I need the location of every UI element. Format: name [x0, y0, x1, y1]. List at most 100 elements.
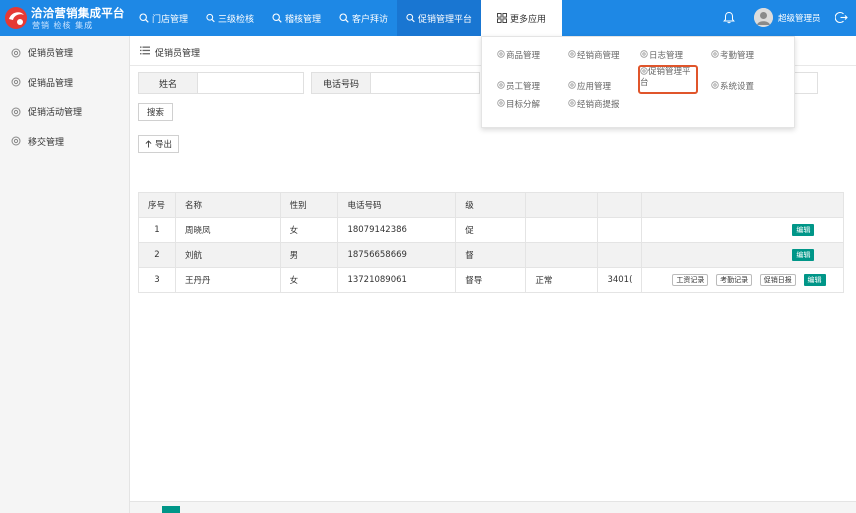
gear-icon	[497, 81, 505, 89]
more-menu-item-dealer-report[interactable]: 经销商提报	[568, 98, 620, 110]
cell-index: 1	[138, 217, 176, 243]
app-logo[interactable]: 洽洽营销集成平台 营销 检核 集成	[0, 0, 130, 36]
nav-item-three-level-check[interactable]: 三级检核	[197, 0, 263, 36]
nav-item-audit-management[interactable]: 稽核管理	[263, 0, 330, 36]
gear-icon	[568, 50, 576, 58]
more-menu-item-label: 考勤管理	[720, 51, 755, 61]
gear-icon	[640, 67, 648, 75]
edit-button[interactable]: 编辑	[803, 274, 826, 286]
sidebar-item-label: 促销员管理	[28, 49, 74, 60]
edit-button[interactable]: 编辑	[792, 224, 815, 236]
export-button[interactable]: 导出	[138, 135, 179, 153]
cell-gender: 女	[279, 267, 339, 293]
cell-phone: 18079142386	[337, 217, 457, 243]
logout-icon[interactable]	[835, 11, 848, 24]
more-menu-item-target[interactable]: 目标分解	[497, 98, 540, 110]
name-filter-input[interactable]	[197, 72, 304, 94]
more-menu-item-staff[interactable]: 员工管理	[497, 80, 540, 92]
main-nav: 门店管理 三级检核 稽核管理 客户拜访 促销管理平台 更多应用	[130, 0, 562, 36]
cell-name: 王丹丹	[174, 267, 281, 293]
cell-level: 促	[455, 217, 527, 243]
gear-icon	[711, 50, 719, 58]
nav-item-label: 促销管理平台	[417, 14, 472, 25]
salary-record-button[interactable]: 工资记录	[672, 274, 709, 286]
table-header-row: 序号 名称 性别 电话号码 级	[138, 192, 844, 218]
more-apps-dropdown: 商品管理 经销商管理 日志管理 考勤管理 员工管理 应用管理 促销管理平台 系统…	[481, 36, 795, 128]
top-navigation-bar: 洽洽营销集成平台 营销 检核 集成 门店管理 三级检核 稽核管理 客户拜访 促销…	[0, 0, 856, 36]
nav-item-label: 门店管理	[151, 14, 188, 25]
more-menu-item-promotion-platform[interactable]: 促销管理平台	[640, 67, 696, 89]
sidebar-item-promo-activity-management[interactable]: 促销活动管理	[0, 97, 129, 127]
cell-phone: 18756658669	[337, 242, 457, 268]
cell-code: 3401(	[597, 267, 643, 293]
more-menu-item-log[interactable]: 日志管理	[640, 49, 683, 61]
sidebar-item-handover-management[interactable]: 移交管理	[0, 127, 129, 157]
search-icon	[339, 13, 349, 23]
gear-icon	[640, 50, 648, 58]
nav-item-promotion-platform[interactable]: 促销管理平台	[397, 0, 481, 36]
more-menu-item-attendance[interactable]: 考勤管理	[711, 49, 754, 61]
more-menu-item-label: 员工管理	[506, 82, 541, 92]
cell-actions: 编辑	[641, 242, 844, 268]
nav-item-more-apps[interactable]: 更多应用	[481, 0, 562, 36]
column-header-code	[597, 192, 643, 218]
column-header-index: 序号	[138, 192, 176, 218]
gear-icon	[11, 48, 21, 58]
pagination-current-page[interactable]	[162, 506, 180, 513]
nav-item-customer-visit[interactable]: 客户拜访	[330, 0, 397, 36]
gear-icon	[568, 99, 576, 107]
cell-gender: 男	[279, 242, 339, 268]
cell-phone: 13721089061	[337, 267, 457, 293]
arrow-up-icon	[145, 140, 152, 148]
cell-actions: 工资记录 考勤记录 促销日报 编辑	[641, 267, 844, 293]
more-menu-item-system-settings[interactable]: 系统设置	[711, 80, 754, 92]
breadcrumb-current: 促销员管理	[155, 49, 201, 59]
nav-item-store-management[interactable]: 门店管理	[130, 0, 197, 36]
nav-item-label: 稽核管理	[284, 14, 321, 25]
gear-icon	[568, 81, 576, 89]
grid-icon	[497, 13, 507, 23]
more-menu-item-app[interactable]: 应用管理	[568, 80, 611, 92]
more-menu-item-dealer[interactable]: 经销商管理	[568, 49, 620, 61]
gear-icon	[497, 50, 505, 58]
user-avatar-icon	[754, 8, 773, 27]
cell-name: 刘航	[174, 242, 281, 268]
cell-status: 正常	[525, 267, 599, 293]
more-menu-item-label: 应用管理	[577, 82, 612, 92]
cell-level: 督	[455, 242, 527, 268]
search-icon	[206, 13, 215, 23]
sidebar-item-promoter-management[interactable]: 促销员管理	[0, 38, 129, 68]
logo-icon	[5, 7, 27, 29]
table-row[interactable]: 2 刘航 男 18756658669 督 编辑	[138, 242, 844, 268]
more-menu-item-goods[interactable]: 商品管理	[497, 49, 540, 61]
avatar[interactable]	[754, 8, 773, 27]
cell-actions: 编辑	[641, 217, 844, 243]
gear-icon	[11, 77, 21, 87]
nav-item-label: 更多应用	[509, 14, 546, 25]
cell-status	[525, 242, 599, 268]
search-button[interactable]: 搜索	[138, 103, 173, 121]
user-name[interactable]: 超级管理员	[778, 12, 821, 24]
attendance-record-button[interactable]: 考勤记录	[716, 274, 753, 286]
column-header-phone: 电话号码	[337, 192, 457, 218]
table-row[interactable]: 1 周晓凤 女 18079142386 促 编辑	[138, 217, 844, 243]
column-header-actions	[641, 192, 844, 218]
column-header-level: 级	[455, 192, 527, 218]
gear-icon	[711, 81, 719, 89]
phone-filter-input[interactable]	[370, 72, 480, 94]
sidebar-item-label: 移交管理	[28, 137, 65, 148]
edit-button[interactable]: 编辑	[792, 249, 815, 261]
cell-level: 督导	[455, 267, 527, 293]
more-menu-item-label: 商品管理	[506, 51, 541, 61]
nav-item-label: 三级检核	[217, 14, 254, 25]
cell-gender: 女	[279, 217, 339, 243]
bell-icon[interactable]	[723, 11, 735, 24]
sidebar: 促销员管理 促销品管理 促销活动管理 移交管理	[0, 36, 130, 513]
sidebar-item-label: 促销品管理	[28, 78, 74, 89]
table-row[interactable]: 3 王丹丹 女 13721089061 督导 正常 3401( 工资记录 考勤记…	[138, 267, 844, 293]
sidebar-item-promo-goods-management[interactable]: 促销品管理	[0, 68, 129, 98]
column-header-gender: 性别	[279, 192, 339, 218]
list-icon[interactable]	[140, 46, 150, 55]
promo-daily-report-button[interactable]: 促销日报	[759, 274, 796, 286]
pagination-bar	[130, 501, 856, 513]
